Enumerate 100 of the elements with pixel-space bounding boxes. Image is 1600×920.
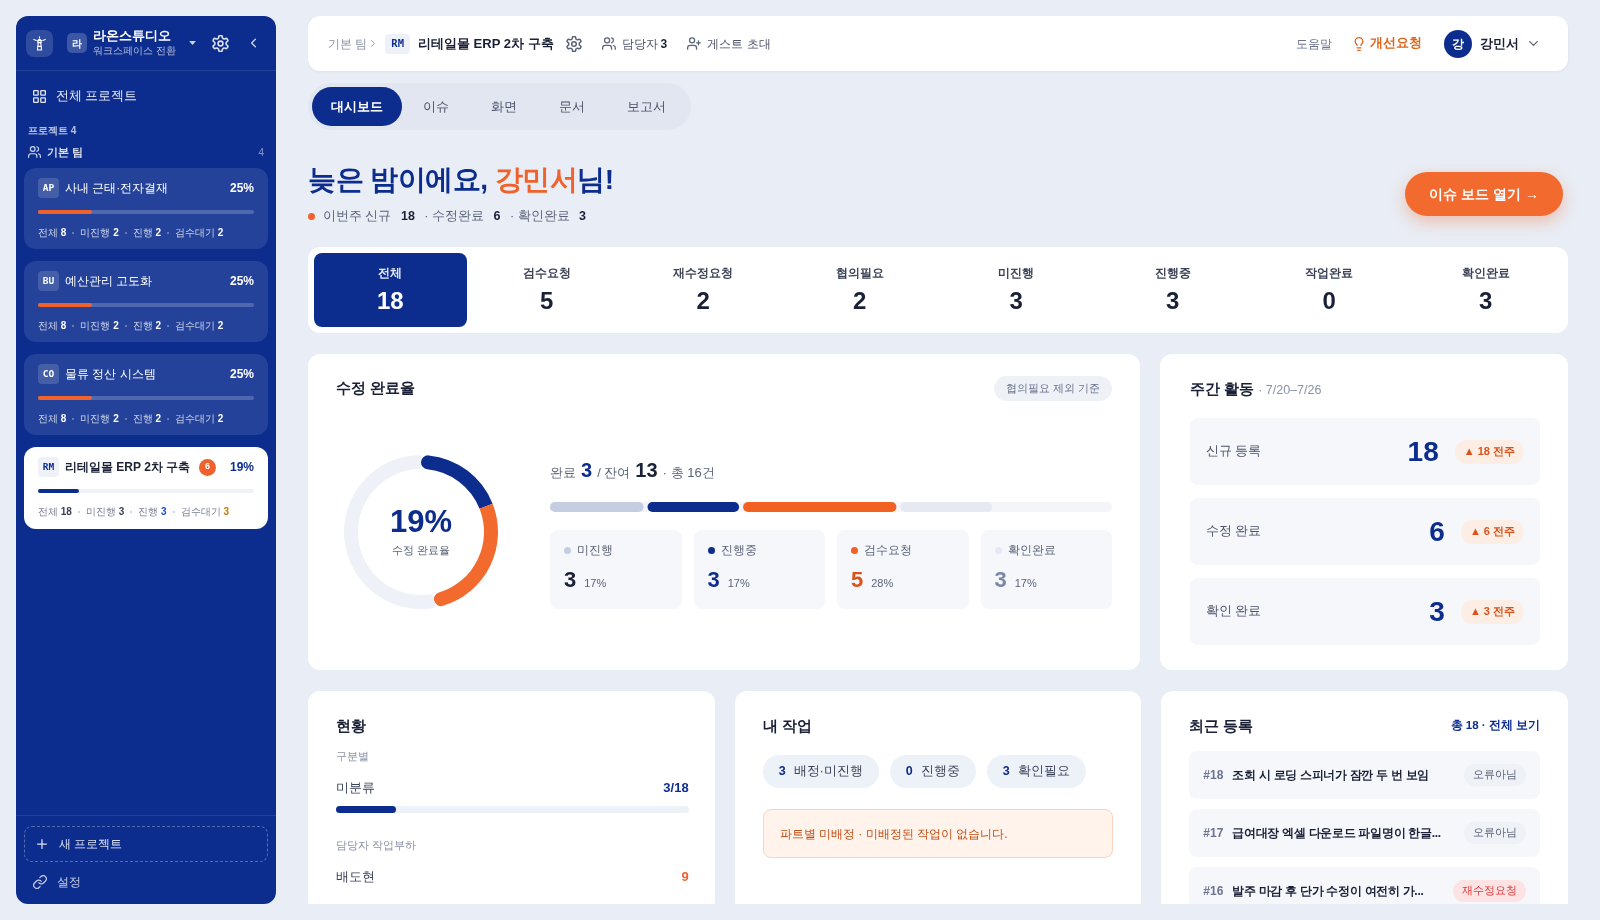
delta-chip: ▲ 6 전주 bbox=[1460, 519, 1524, 544]
recent-item[interactable]: #18 조회 시 로딩 스피너가 잠깐 두 번 보임 오류아님 bbox=[1189, 751, 1540, 799]
user-name[interactable]: 강민서 bbox=[1480, 33, 1519, 54]
lighthouse-icon bbox=[26, 29, 53, 57]
issue-number: #18 bbox=[1203, 767, 1224, 784]
activity-value: 18 bbox=[1407, 434, 1439, 469]
project-code: AP bbox=[38, 178, 59, 198]
status-label: 검수요청 bbox=[864, 543, 912, 558]
tab[interactable]: 이슈 bbox=[402, 87, 470, 126]
project-stat: 미진행 2 bbox=[80, 412, 119, 426]
recent-item[interactable]: #16 발주 마감 후 단가 수정이 여전히 가... 재수정요청 bbox=[1189, 867, 1540, 904]
activity-label: 수정 완료 bbox=[1206, 523, 1262, 541]
status-label: 미진행 bbox=[577, 543, 613, 558]
project-stat: 진행 2 bbox=[132, 319, 162, 333]
project-name: 리테일몰 ERP 2차 구축 bbox=[65, 459, 191, 476]
assignees-button[interactable]: 담당자 3 bbox=[601, 34, 668, 53]
status-filter[interactable]: 작업완료 0 bbox=[1253, 253, 1406, 327]
notice-message: 파트별 미배정 · 미배정된 작업이 없습니다. bbox=[762, 809, 1114, 858]
project-card[interactable]: RM 리테일몰 ERP 2차 구축 6 19% 전체 18 미진행 3 진행 3 검수대기 3 bbox=[24, 447, 268, 529]
status-percent: 17% bbox=[727, 576, 750, 592]
status-filter[interactable]: 협의필요 2 bbox=[783, 253, 936, 327]
card-title: 최근 등록 bbox=[1189, 716, 1254, 736]
users-icon bbox=[28, 146, 41, 158]
project-name: 물류 정산 시스템 bbox=[65, 366, 156, 383]
status-count: 3 bbox=[564, 567, 577, 594]
issue-number: #17 bbox=[1203, 825, 1224, 842]
invite-button[interactable]: 게스트 초대 bbox=[687, 34, 771, 53]
project-stat: 미진행 2 bbox=[80, 319, 119, 333]
user-avatar: 강 bbox=[1444, 29, 1472, 58]
caret-icon[interactable] bbox=[189, 41, 196, 45]
row-label: 미분류 bbox=[336, 779, 375, 797]
project-code: RM bbox=[385, 33, 410, 54]
activity-value: 3 bbox=[1429, 594, 1445, 629]
project-stat: 검수대기 2 bbox=[175, 226, 224, 240]
view-all-link[interactable]: 총 18 · 전체 보기 bbox=[1450, 717, 1540, 735]
project-name: 예산관리 고도화 bbox=[65, 273, 153, 290]
project-stat: 전체 8 bbox=[38, 319, 67, 333]
issue-title: 발주 마감 후 단가 수정이 여전히 가... bbox=[1232, 883, 1424, 900]
project-stat: 진행 2 bbox=[132, 226, 162, 240]
project-code: BU bbox=[38, 271, 59, 291]
settings-link[interactable]: 설정 bbox=[24, 870, 268, 894]
status-label: 확인완료 bbox=[1007, 543, 1056, 558]
user-plus-icon bbox=[687, 37, 702, 50]
project-stat: 미진행 2 bbox=[80, 226, 119, 240]
plus-icon bbox=[37, 839, 47, 849]
project-code: RM bbox=[38, 457, 59, 477]
new-project-button[interactable]: 새 프로젝트 bbox=[24, 826, 268, 862]
status-filter[interactable]: 전체 18 bbox=[314, 253, 467, 327]
project-percent: 25% bbox=[229, 180, 254, 197]
team-name[interactable]: 기본 팀 bbox=[47, 143, 84, 161]
status-count: 5 bbox=[851, 567, 864, 594]
status-filter[interactable]: 미진행 3 bbox=[940, 253, 1093, 327]
project-card[interactable]: CO 물류 정산 시스템 25% 전체 8 미진행 2 진행 2 검수대기 2 bbox=[24, 354, 268, 435]
project-stat: 진행 3 bbox=[138, 505, 167, 519]
status-filter[interactable]: 검수요청 5 bbox=[470, 253, 623, 327]
completion-label: 수정 완료율 bbox=[392, 543, 450, 559]
task-chip[interactable]: 3 배정·미진행 bbox=[762, 755, 879, 788]
row-value: 3/18 bbox=[663, 779, 689, 798]
delta-chip: ▲ 18 전주 bbox=[1454, 439, 1524, 464]
section-label: 구분별 bbox=[336, 749, 370, 764]
workspace-name: 라온스튜디오 bbox=[93, 29, 172, 44]
project-card[interactable]: BU 예산관리 고도화 25% 전체 8 미진행 2 진행 2 검수대기 2 bbox=[24, 261, 268, 342]
recent-item[interactable]: #17 급여대장 엑셀 다운로드 파일명이 한글... 오류아님 bbox=[1189, 809, 1540, 857]
card-title: 현황 bbox=[336, 716, 367, 736]
status-count: 3 bbox=[994, 567, 1007, 594]
tab[interactable]: 문서 bbox=[538, 87, 606, 126]
completion-summary: 완료 3 / 잔여 13 · 총 16건 bbox=[550, 458, 716, 483]
chevron-right-icon bbox=[371, 40, 376, 47]
status-filter[interactable]: 재수정요청 2 bbox=[627, 253, 780, 327]
issue-title: 급여대장 엑셀 다운로드 파일명이 한글... bbox=[1232, 825, 1441, 842]
tab[interactable]: 대시보드 bbox=[312, 87, 402, 126]
project-stat: 전체 8 bbox=[38, 412, 67, 426]
project-stat: 검수대기 2 bbox=[175, 412, 224, 426]
task-chip[interactable]: 0 진행중 bbox=[889, 755, 976, 788]
card-title: 주간 활동 · 7/20–7/26 bbox=[1190, 379, 1323, 399]
tab[interactable]: 보고서 bbox=[606, 87, 687, 126]
status-filter[interactable]: 확인완료 3 bbox=[1409, 253, 1562, 327]
feedback-button[interactable]: 개선요청 bbox=[1354, 34, 1422, 53]
link-icon bbox=[33, 875, 47, 889]
card-title: 수정 완료율 bbox=[336, 378, 416, 399]
status-filter[interactable]: 진행중 3 bbox=[1096, 253, 1249, 327]
grid-icon bbox=[33, 89, 46, 103]
activity-label: 신규 등록 bbox=[1206, 443, 1262, 461]
chevron-left-icon[interactable] bbox=[251, 38, 256, 48]
workspace-avatar: 라 bbox=[67, 33, 87, 53]
nav-link[interactable]: 전체 프로젝트 bbox=[24, 84, 268, 108]
workspace-subtitle[interactable]: 워크스페이스 전환 bbox=[93, 44, 176, 57]
issue-title: 조회 시 로딩 스피너가 잠깐 두 번 보임 bbox=[1232, 767, 1430, 784]
chevron-down-icon[interactable] bbox=[1529, 41, 1538, 46]
task-chip[interactable]: 3 확인필요 bbox=[986, 755, 1086, 788]
issue-number: #16 bbox=[1203, 883, 1224, 900]
help-link[interactable]: 도움말 bbox=[1296, 34, 1332, 53]
project-stat: 검수대기 3 bbox=[180, 505, 229, 519]
project-stat: 검수대기 2 bbox=[175, 319, 224, 333]
tab[interactable]: 화면 bbox=[470, 87, 538, 126]
status-tag: 오류아님 bbox=[1464, 822, 1526, 844]
status-label: 진행중 bbox=[720, 543, 757, 558]
count-badge: 6 bbox=[198, 458, 216, 476]
settings-icon[interactable] bbox=[565, 35, 582, 52]
project-title: 리테일몰 ERP 2차 구축 bbox=[418, 34, 554, 53]
